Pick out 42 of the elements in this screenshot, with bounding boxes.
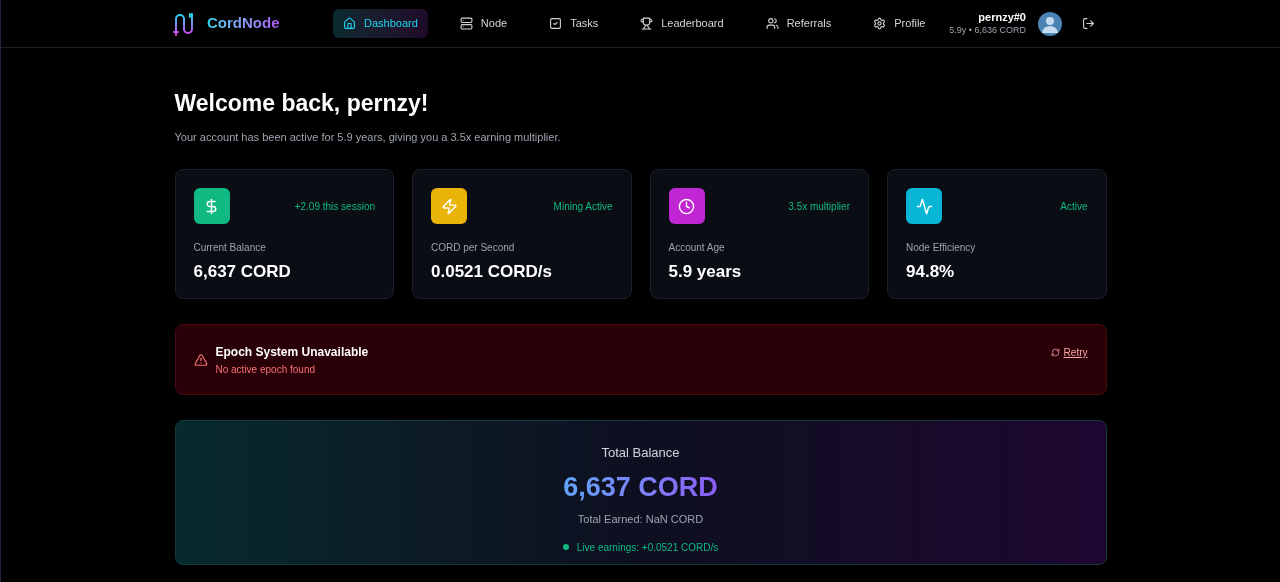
welcome-title: Welcome back, pernzy! [174,89,430,118]
stat-value: 6,637 CORD [193,261,292,283]
nav-tab[interactable]: Dashboard [333,9,428,38]
cable-logo-icon [173,11,195,36]
stat-value: 5.9 years [668,261,743,283]
nav-tab[interactable]: Profile [863,9,936,38]
nav-tab[interactable]: Leaderboard [630,9,734,38]
total-title: Total Balance [601,444,680,462]
total-earned: Total Earned: NaN CORD [577,512,704,527]
error-message: No active epoch found [215,363,316,377]
user-meta: 5.9y • 6,636 CORD [949,24,1026,36]
stat-value: 0.0521 CORD/s [431,261,553,283]
server-icon [459,17,473,30]
stat-value: 94.8% [906,261,956,283]
stat-label: Node Efficiency [906,241,977,255]
clock-icon [678,197,695,215]
pulse-icon [915,197,933,215]
settings-icon [873,17,887,30]
nav-tab[interactable]: Referrals [755,9,842,38]
welcome-subtitle: Your account has been active for 5.9 years, giving you a 3.5x earning multiplier. [174,129,562,145]
checkbox-icon [549,17,563,30]
refresh-icon [1050,348,1060,357]
nav-tab[interactable]: Tasks [539,9,609,38]
warning-icon [193,353,208,367]
stat-label: Current Balance [193,241,267,255]
stat-note: 3.5x multiplier [788,199,850,214]
stat-note: +2.09 this session [294,199,375,214]
nav-tab[interactable]: Node [449,9,518,38]
lightning-icon [440,197,458,215]
stat-label: Account Age [668,241,726,255]
home-icon [343,17,356,30]
logout-icon[interactable] [1082,17,1095,30]
retry-link[interactable]: Retry [1050,345,1088,360]
users-icon [765,17,779,30]
user-name: pernzy#0 [978,11,1026,25]
error-title: Epoch System Unavailable [215,345,369,360]
stat-note: Active [1060,199,1088,214]
trophy-icon [640,17,654,30]
stat-label: CORD per Second [431,241,516,255]
avatar[interactable] [1038,11,1062,36]
live-earnings: Live earnings: +0.0521 CORD/s [576,540,719,555]
stat-note: Mining Active [553,199,613,214]
